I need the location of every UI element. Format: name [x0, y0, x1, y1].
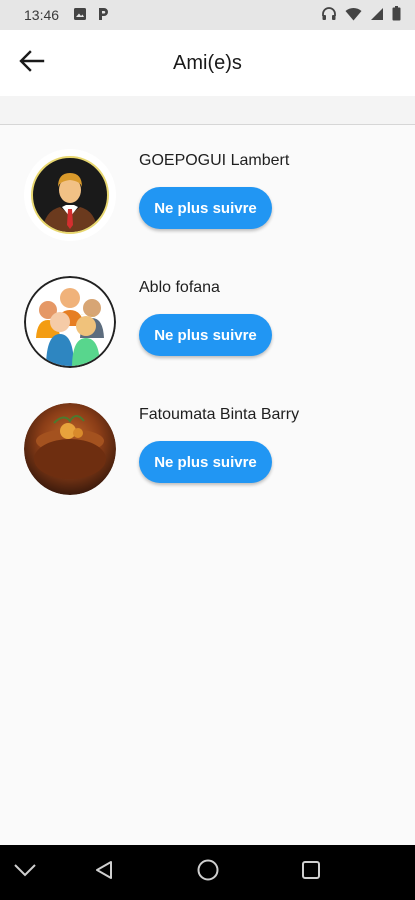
group-avatar-icon: [24, 276, 116, 368]
unfollow-button[interactable]: Ne plus suivre: [139, 187, 272, 229]
headphones-icon: [321, 6, 337, 25]
friend-name: GOEPOGUI Lambert: [139, 152, 290, 169]
nav-home[interactable]: [183, 845, 233, 900]
avatar[interactable]: [24, 149, 116, 241]
friend-name: Ablo fofana: [139, 279, 220, 296]
back-button[interactable]: [14, 47, 50, 79]
nav-back[interactable]: [79, 845, 129, 900]
image-icon: [73, 7, 87, 24]
recents-square-icon: [301, 860, 321, 885]
food-photo-icon: [24, 403, 116, 495]
status-time: 13:46: [24, 7, 60, 23]
list-item: Ablo fofana Ne plus suivre: [0, 252, 415, 368]
list-item: GOEPOGUI Lambert Ne plus suivre: [0, 125, 415, 241]
status-bar: 13:46: [0, 0, 415, 30]
avatar[interactable]: [24, 403, 116, 495]
unfollow-button[interactable]: Ne plus suivre: [139, 441, 272, 483]
nav-recents[interactable]: [286, 845, 336, 900]
arrow-left-icon: [19, 49, 45, 77]
page-title: Ami(e)s: [173, 51, 242, 74]
header-divider: [0, 96, 415, 125]
wifi-icon: [345, 7, 362, 24]
chevron-down-icon: [13, 863, 37, 882]
friend-name: Fatoumata Binta Barry: [139, 406, 300, 423]
businessman-avatar-icon: [24, 149, 116, 241]
system-nav-bar: [0, 845, 415, 900]
app-bar: Ami(e)s: [0, 30, 415, 96]
list-item: Fatoumata Binta Barry Ne plus suivre: [0, 379, 415, 495]
nav-hide-keyboard[interactable]: [0, 845, 50, 900]
unfollow-button[interactable]: Ne plus suivre: [139, 314, 272, 356]
back-triangle-icon: [94, 860, 114, 885]
signal-icon: [370, 7, 384, 24]
avatar[interactable]: [24, 276, 116, 368]
p-icon: [97, 7, 109, 24]
battery-icon: [392, 6, 401, 24]
status-left-icons: [73, 7, 109, 24]
home-circle-icon: [197, 859, 219, 886]
status-right-icons: [321, 6, 401, 25]
